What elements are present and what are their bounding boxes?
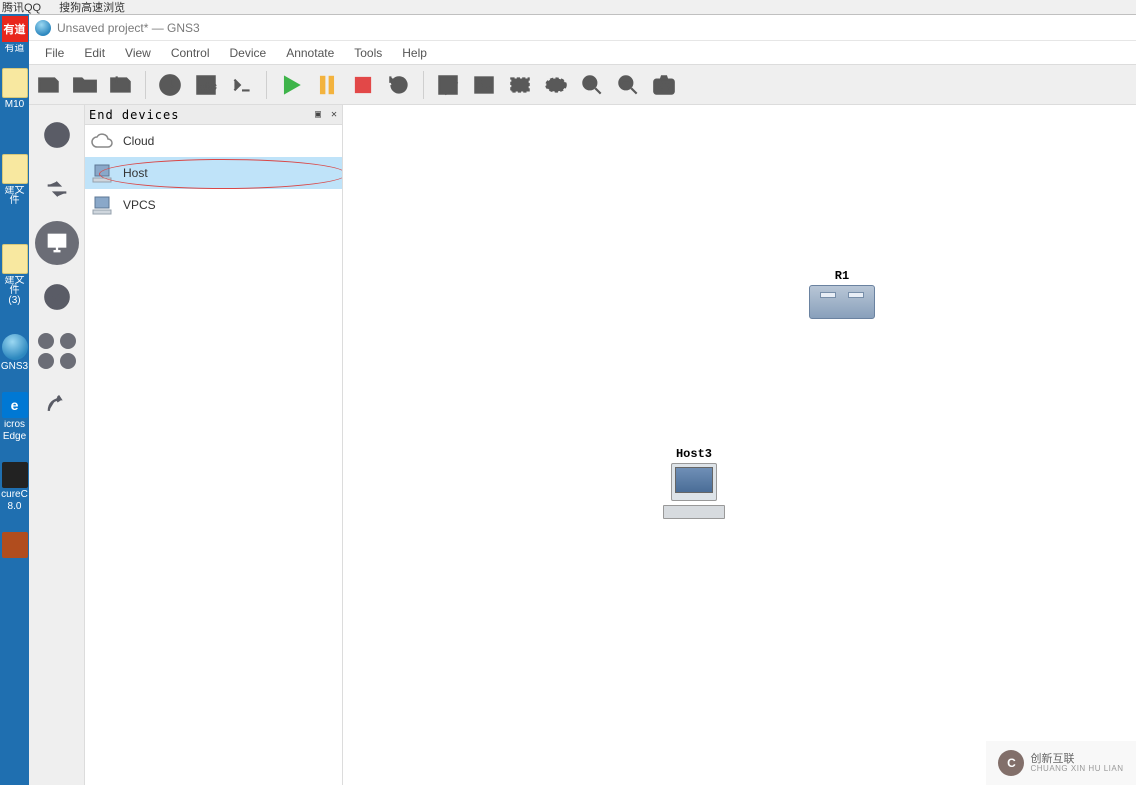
menu-edit[interactable]: Edit	[74, 43, 115, 63]
device-palette	[29, 105, 85, 785]
end-devices-dock: End devices ▣ ✕ Cloud Host	[85, 105, 343, 785]
desktop-app-other[interactable]	[1, 532, 29, 558]
desktop-app-edge[interactable]: e icros Edge	[1, 392, 29, 442]
menu-control[interactable]: Control	[161, 43, 220, 63]
node-host3[interactable]: Host3	[663, 447, 725, 519]
desktop-app-youdao[interactable]: 有道 有道	[1, 16, 29, 54]
screenshot-button[interactable]	[648, 69, 680, 101]
new-project-button[interactable]	[33, 69, 65, 101]
menu-file[interactable]: File	[35, 43, 74, 63]
desktop-icon-column: 有道 有道 M10 建文件 建文件 (3) GNS3 e icros Edge …	[0, 14, 29, 785]
taskbar-label-qq[interactable]: 腾讯QQ	[2, 0, 41, 15]
snapshot-button[interactable]	[154, 69, 186, 101]
reload-all-button[interactable]	[383, 69, 415, 101]
insert-image-button[interactable]	[468, 69, 500, 101]
device-list: Cloud Host VPCS	[85, 125, 342, 785]
zoom-in-button[interactable]	[576, 69, 608, 101]
add-note-button[interactable]	[432, 69, 464, 101]
topology-canvas[interactable]: R1 Host3 C 创新互联 CHUANG XIN HU LIAN	[343, 105, 1136, 785]
desktop-folder-newfile3[interactable]: 建文件 (3)	[1, 244, 29, 306]
palette-add-link-button[interactable]	[35, 383, 79, 427]
dock-close-icon[interactable]: ✕	[326, 107, 342, 123]
desktop-taskbar-strip: 腾讯QQ 搜狗高速浏览	[0, 0, 1136, 14]
window-title: Unsaved project* — GNS3	[57, 21, 200, 35]
svg-text:abc: abc	[201, 81, 217, 92]
watermark-brand: 创新互联	[1030, 753, 1123, 765]
menu-bar: File Edit View Control Device Annotate T…	[29, 41, 1136, 65]
suspend-all-button[interactable]	[311, 69, 343, 101]
cloud-icon	[89, 128, 115, 154]
menu-help[interactable]: Help	[392, 43, 437, 63]
window-title-bar: Unsaved project* — GNS3	[29, 15, 1136, 41]
palette-switches-button[interactable]	[35, 167, 79, 211]
toolbar-separator	[145, 71, 146, 99]
show-labels-button[interactable]: abc	[190, 69, 222, 101]
watermark-sub: CHUANG XIN HU LIAN	[1030, 765, 1123, 774]
node-label: R1	[835, 269, 849, 283]
node-label: Host3	[676, 447, 712, 461]
palette-routers-button[interactable]	[35, 113, 79, 157]
device-item-label: Cloud	[123, 134, 154, 148]
workspace: End devices ▣ ✕ Cloud Host	[29, 105, 1136, 785]
router-icon	[809, 285, 875, 319]
desktop-app-gns3[interactable]: GNS3	[1, 334, 29, 372]
device-item-cloud[interactable]: Cloud	[85, 125, 342, 157]
dock-header[interactable]: End devices ▣ ✕	[85, 105, 342, 125]
vpcs-icon	[89, 192, 115, 218]
dock-float-icon[interactable]: ▣	[310, 107, 326, 123]
menu-device[interactable]: Device	[220, 43, 277, 63]
tool-bar: abc	[29, 65, 1136, 105]
computer-icon	[663, 463, 725, 519]
gns3-app-icon	[35, 20, 51, 36]
device-item-vpcs[interactable]: VPCS	[85, 189, 342, 221]
gns3-window: Unsaved project* — GNS3 File Edit View C…	[29, 14, 1136, 785]
draw-ellipse-button[interactable]	[540, 69, 572, 101]
device-item-host[interactable]: Host	[85, 157, 342, 189]
menu-view[interactable]: View	[115, 43, 161, 63]
zoom-out-button[interactable]	[612, 69, 644, 101]
desktop-folder-m10[interactable]: M10	[1, 68, 29, 110]
console-button[interactable]	[226, 69, 258, 101]
watermark: C 创新互联 CHUANG XIN HU LIAN	[986, 741, 1136, 785]
host-icon	[89, 160, 115, 186]
stop-all-button[interactable]	[347, 69, 379, 101]
device-item-label: VPCS	[123, 198, 156, 212]
toolbar-separator	[423, 71, 424, 99]
dock-title: End devices	[85, 108, 310, 122]
draw-rectangle-button[interactable]	[504, 69, 536, 101]
taskbar-label-sogou[interactable]: 搜狗高速浏览	[59, 0, 125, 15]
save-project-button[interactable]	[105, 69, 137, 101]
desktop-folder-newfile[interactable]: 建文件	[1, 154, 29, 206]
node-r1[interactable]: R1	[809, 269, 875, 319]
open-project-button[interactable]	[69, 69, 101, 101]
start-all-button[interactable]	[275, 69, 307, 101]
palette-end-devices-button[interactable]	[35, 221, 79, 265]
palette-all-devices-button[interactable]	[35, 329, 79, 373]
desktop-app-securecrt[interactable]: cureC 8.0	[1, 462, 29, 512]
menu-tools[interactable]: Tools	[344, 43, 392, 63]
palette-security-button[interactable]	[35, 275, 79, 319]
device-item-label: Host	[123, 166, 148, 180]
watermark-logo-icon: C	[998, 750, 1024, 776]
toolbar-separator	[266, 71, 267, 99]
menu-annotate[interactable]: Annotate	[276, 43, 344, 63]
